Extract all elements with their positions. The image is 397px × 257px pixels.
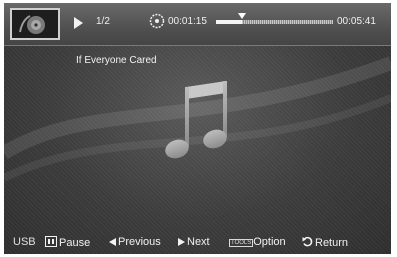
tools-key-icon: TOOLS <box>229 239 254 247</box>
song-title: If Everyone Cared <box>76 55 157 66</box>
pause-icon <box>45 236 57 247</box>
pause-button[interactable]: Pause <box>45 236 90 249</box>
option-label: Option <box>253 236 286 248</box>
elapsed-time: 00:01:15 <box>168 16 207 27</box>
return-label: Return <box>315 237 349 249</box>
previous-label: Previous <box>118 236 161 248</box>
play-icon <box>74 17 83 29</box>
progress-fill <box>216 20 242 24</box>
album-art-thumbnail <box>10 8 60 40</box>
top-status-bar: 1/2 00:01:15 00:05:41 <box>4 3 391 46</box>
playback-progress-bar[interactable] <box>216 13 333 24</box>
return-icon <box>302 236 313 247</box>
music-note-icon <box>165 81 227 159</box>
progress-marker[interactable] <box>237 13 246 19</box>
music-player-screen: 1/2 00:01:15 00:05:41 If Everyone Cared … <box>4 3 391 254</box>
next-icon <box>178 238 185 246</box>
clock-icon <box>149 13 165 29</box>
pause-label: Pause <box>59 237 91 249</box>
previous-button[interactable]: Previous <box>109 236 161 248</box>
next-button[interactable]: Next <box>178 236 210 248</box>
return-button[interactable]: Return <box>302 236 348 249</box>
option-button[interactable]: TOOLS Option <box>229 236 286 248</box>
track-counter: 1/2 <box>96 16 110 27</box>
previous-icon <box>109 238 116 246</box>
control-guide-bar: USB Pause Previous Next TOOLS Option Retu… <box>4 229 391 254</box>
total-time: 00:05:41 <box>337 16 376 27</box>
source-label: USB <box>13 236 36 248</box>
next-label: Next <box>187 236 210 248</box>
